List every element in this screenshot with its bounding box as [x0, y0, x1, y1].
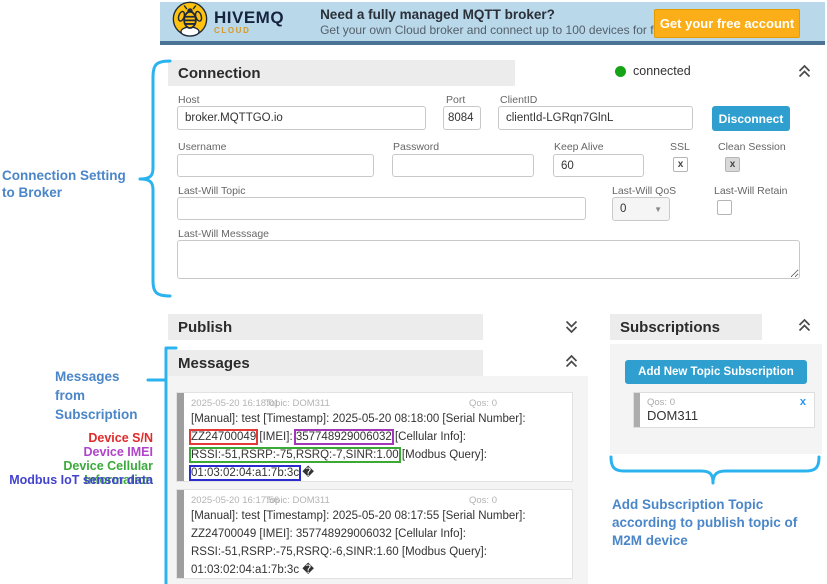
get-free-account-button[interactable]: Get your free account [654, 9, 800, 38]
ssl-checkbox[interactable]: x [673, 157, 688, 172]
message-line: RSSI:-51,RSRP:-75,RSRQ:-7,SINR:1.00 [Mod… [191, 446, 570, 464]
host-input[interactable] [177, 106, 426, 130]
hivemq-banner: HIVEMQ CLOUD Need a fully managed MQTT b… [160, 2, 825, 45]
subscriptions-collapse-icon[interactable] [796, 318, 813, 334]
message-line: ZZ24700049 [IMEI]: 357748929006032 [Cell… [191, 525, 570, 543]
annotation-device-sn: Device S/N [0, 431, 153, 445]
publish-expand-icon[interactable] [563, 318, 580, 334]
message-list: 2025-05-20 16:18:01 Topic: DOM311 Qos: 0… [168, 376, 588, 584]
message-text: [IMEI]: [256, 431, 296, 443]
message-left-bar [177, 393, 184, 481]
connection-collapse-icon[interactable] [796, 64, 813, 80]
annotation-add-subscription-note: Add Subscription Topic according to publ… [612, 496, 827, 550]
password-label: Password [393, 141, 439, 153]
message-card: 2025-05-20 16:18:01 Topic: DOM311 Qos: 0… [176, 392, 573, 482]
status-dot-icon [615, 66, 626, 77]
publish-title: Publish [178, 319, 232, 336]
message-body: [Manual]: test [Timestamp]: 2025-05-20 0… [191, 410, 570, 482]
lastwill-topic-input[interactable] [177, 197, 586, 220]
lastwill-qos-value: 0 [620, 203, 626, 215]
subscriptions-section-header: Subscriptions [610, 314, 762, 340]
hivemq-wordmark: HIVEMQ [214, 9, 284, 26]
lastwill-retain-label: Last-Will Retain [714, 185, 788, 197]
message-line: 01:03:02:04:a1:7b:3c � [191, 464, 570, 482]
add-topic-subscription-button[interactable]: Add New Topic Subscription [625, 360, 807, 384]
clientid-label: ClientID [500, 94, 537, 106]
clientid-input[interactable] [498, 106, 693, 130]
highlighted-value: ZZ24700049 [191, 431, 256, 443]
subscription-qos: Qos: 0 [647, 397, 675, 408]
highlighted-value: RSSI:-51,RSRP:-75,RSRQ:-7,SINR:1.00 [191, 449, 399, 461]
keepalive-input[interactable] [553, 154, 644, 177]
annotation-modbus-data: Modbus IoT sensor data [0, 473, 153, 487]
highlighted-value: 357748929006032 [296, 431, 392, 443]
username-label: Username [178, 141, 226, 153]
message-line: RSSI:-51,RSRP:-75,RSRQ:-6,SINR:1.60 [Mod… [191, 543, 570, 561]
hivemq-logo[interactable]: HIVEMQ CLOUD [172, 1, 284, 42]
message-line: [Manual]: test [Timestamp]: 2025-05-20 0… [191, 507, 570, 525]
port-label: Port [446, 94, 465, 106]
messages-title: Messages [178, 355, 250, 372]
connection-section-header: Connection [168, 60, 515, 86]
annotation-device-imei: Device IMEI [0, 445, 153, 459]
messages-section-header: Messages [168, 350, 483, 376]
lastwill-retain-checkbox[interactable] [717, 200, 732, 215]
hivemq-cloud-label: CLOUD [214, 26, 284, 35]
annotation-messages-from-subscription: Messages from Subscription [55, 367, 165, 424]
banner-subline: Get your own Cloud broker and connect up… [320, 23, 674, 38]
message-card: 2025-05-20 16:17:56 Topic: DOM311 Qos: 0… [176, 489, 573, 579]
connection-title: Connection [178, 65, 261, 82]
message-body: [Manual]: test [Timestamp]: 2025-05-20 0… [191, 507, 570, 579]
hivemq-bee-icon [172, 1, 208, 42]
message-qos: Qos: 0 [469, 398, 497, 409]
message-text: 01:03:02:04:a1:7b:3c � [191, 564, 314, 576]
message-topic: Topic: DOM311 [265, 398, 330, 409]
username-input[interactable] [177, 154, 374, 177]
message-qos: Qos: 0 [469, 495, 497, 506]
message-text: RSSI:-51,RSRP:-75,RSRQ:-6,SINR:1.60 [Mod… [191, 546, 487, 558]
connection-brace [140, 61, 170, 296]
message-text: � [299, 467, 314, 479]
password-input[interactable] [392, 154, 534, 177]
subscription-topic: DOM311 [647, 408, 698, 423]
lastwill-qos-label: Last-Will QoS [612, 185, 676, 197]
lastwill-topic-label: Last-Will Topic [178, 185, 246, 197]
lastwill-message-textarea[interactable] [177, 240, 800, 279]
message-text: [Cellular Info]: [392, 431, 466, 443]
keepalive-label: Keep Alive [554, 141, 604, 153]
dropdown-arrow-icon: ▼ [654, 205, 662, 214]
clean-session-label: Clean Session [718, 141, 786, 153]
port-input[interactable] [443, 106, 481, 130]
highlighted-value: 01:03:02:04:a1:7b:3c [191, 467, 299, 479]
banner-headline: Need a fully managed MQTT broker? [320, 6, 674, 23]
message-text: [Modbus Query]: [399, 449, 487, 461]
connection-status: connected [615, 64, 691, 78]
lastwill-qos-select[interactable]: 0 ▼ [612, 197, 670, 221]
disconnect-button[interactable]: Disconnect [712, 106, 790, 131]
message-text: ZZ24700049 [IMEI]: 357748929006032 [Cell… [191, 528, 466, 540]
subscription-left-bar [634, 393, 640, 427]
clean-session-checkbox[interactable]: x [725, 157, 740, 172]
status-text: connected [633, 64, 691, 78]
message-text: [Manual]: test [Timestamp]: 2025-05-20 0… [191, 413, 526, 425]
message-topic: Topic: DOM311 [265, 495, 330, 506]
subscriptions-title: Subscriptions [620, 319, 720, 336]
subscriptions-panel: Add New Topic Subscription Qos: 0 x DOM3… [610, 344, 822, 454]
subscription-remove-button[interactable]: x [800, 396, 806, 408]
message-left-bar [177, 490, 184, 578]
subscription-item: Qos: 0 x DOM311 [633, 392, 815, 428]
lastwill-message-label: Last-Will Messsage [178, 228, 269, 240]
ssl-label: SSL [670, 141, 690, 153]
message-line: [Manual]: test [Timestamp]: 2025-05-20 0… [191, 410, 570, 428]
subscriptions-brace [611, 457, 819, 483]
message-text: [Manual]: test [Timestamp]: 2025-05-20 0… [191, 510, 526, 522]
annotation-connection-setting: Connection Setting to Broker [2, 167, 142, 201]
publish-section-header: Publish [168, 314, 483, 340]
messages-collapse-icon[interactable] [563, 354, 580, 370]
host-label: Host [178, 94, 200, 106]
message-line: ZZ24700049 [IMEI]: 357748929006032 [Cell… [191, 428, 570, 446]
mqtt-web-client-screen: HIVEMQ CLOUD Need a fully managed MQTT b… [0, 0, 827, 584]
message-line: 01:03:02:04:a1:7b:3c � [191, 561, 570, 579]
